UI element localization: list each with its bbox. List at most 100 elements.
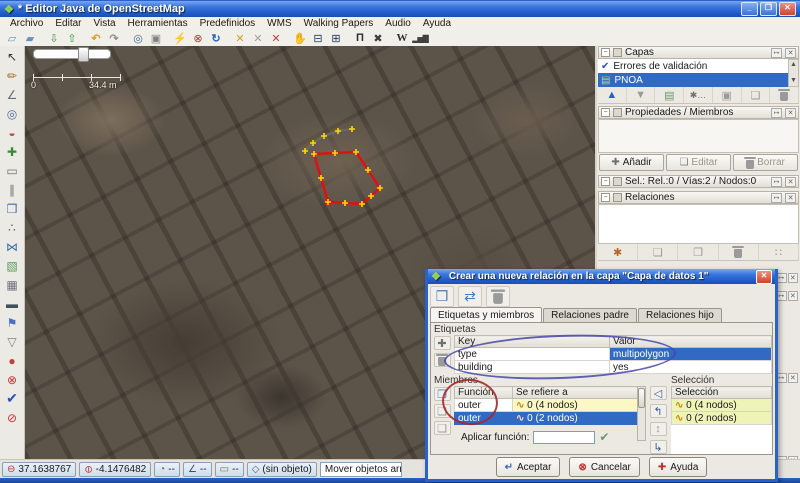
filter-icon[interactable]: ▽ [2, 332, 23, 351]
menu-predefinidos[interactable]: Predefinidos [194, 18, 262, 29]
delete-tag-icon[interactable] [434, 353, 451, 367]
copy-icon[interactable]: ⇄ [458, 286, 482, 307]
edit-property-button[interactable]: ❏ Editar [666, 154, 731, 171]
close-panel-icon[interactable]: ✕ [785, 177, 796, 187]
measure-icon[interactable]: ∠ [2, 85, 23, 104]
undo-icon[interactable]: ↶ [87, 31, 105, 45]
cancel-button[interactable]: ⊗ Cancelar [569, 457, 639, 477]
layer-down-icon[interactable]: ▼ [627, 87, 656, 103]
photo-icon[interactable]: ▦ [2, 275, 23, 294]
pan-icon[interactable]: ✋ [291, 31, 309, 45]
add-property-button[interactable]: ✚ Añadir [599, 154, 664, 171]
dialog-title-bar[interactable]: ❖ Crear una nueva relación en la capa "C… [428, 269, 775, 284]
layer-opacity-icon[interactable]: ✱… [684, 87, 713, 103]
zoom-icon[interactable]: ◎ [2, 104, 23, 123]
pin-icon[interactable]: ↦ [771, 177, 782, 187]
tags-col-value[interactable]: Valor [610, 336, 772, 348]
collapse-icon[interactable]: − [601, 108, 610, 117]
add-selection-before-icon[interactable]: ↰ [650, 404, 667, 418]
pin-icon[interactable]: ↦ [771, 108, 782, 118]
minimize-button[interactable]: _ [741, 2, 758, 16]
parallel-icon[interactable]: ∥ [2, 180, 23, 199]
extrude-icon[interactable]: ▭ [2, 161, 23, 180]
add-selection-after-icon[interactable]: ↳ [650, 440, 667, 454]
relation-duplicate-icon[interactable]: ❒ [678, 244, 718, 260]
relation-edit-icon[interactable]: ❏ [638, 244, 678, 260]
relation-new-icon[interactable]: ✱ [598, 244, 638, 260]
paint-icon[interactable]: ◒ [2, 123, 23, 142]
monument-preset-icon[interactable]: Π [351, 31, 369, 45]
wikipedia-icon[interactable]: W [393, 31, 411, 45]
apply-role-input[interactable] [533, 431, 595, 444]
dialog-close-button[interactable]: ✕ [756, 270, 772, 284]
audio-icon[interactable]: ▬ [2, 294, 23, 313]
menu-vista[interactable]: Vista [87, 18, 121, 29]
members-col-role[interactable]: Función [455, 387, 513, 399]
select-icon[interactable]: ↖ [2, 47, 23, 66]
menu-audio[interactable]: Audio [379, 18, 417, 29]
close-panel-icon[interactable]: ✕ [788, 273, 799, 283]
tag-row[interactable]: building yes [455, 361, 772, 374]
relaciones-list[interactable] [598, 204, 799, 244]
close-panel-icon[interactable]: ✕ [785, 48, 796, 58]
pin-icon[interactable]: ↦ [771, 48, 782, 58]
menu-editar[interactable]: Editar [49, 18, 87, 29]
wms-icon[interactable]: ▧ [2, 256, 23, 275]
layer-activate-icon[interactable]: ▤ [655, 87, 684, 103]
close-panel-icon[interactable]: ✕ [785, 193, 796, 203]
menu-wms[interactable]: WMS [261, 18, 297, 29]
error-icon[interactable]: ⊗ [2, 370, 23, 389]
chart-icon[interactable]: ▂▅▇ [411, 31, 429, 45]
tools-gray-icon[interactable]: ✕ [249, 31, 267, 45]
zoom-slider[interactable] [33, 49, 111, 59]
member-row[interactable]: outer ∿ 0 (4 nodos) [455, 399, 638, 412]
relation-delete-icon[interactable] [719, 244, 759, 260]
close-button[interactable]: ✕ [779, 2, 796, 16]
flag-icon[interactable]: ⚑ [2, 313, 23, 332]
member-tag2-icon[interactable]: ❏ [434, 421, 451, 435]
tag-icon[interactable]: ❒ [2, 199, 23, 218]
layer-row-validation[interactable]: ✔ Errores de validación [598, 59, 788, 73]
new-icon[interactable]: ▱ [3, 31, 21, 45]
scroll-up-icon[interactable]: ▲ [789, 60, 798, 70]
relation-select-icon[interactable]: ∷ [759, 244, 799, 260]
capas-scrollbar[interactable]: ▲ ▼ [788, 59, 799, 87]
upload-icon[interactable]: ⇧ [63, 31, 81, 45]
save-icon[interactable]: ▰ [21, 31, 39, 45]
tab-relaciones-hijo[interactable]: Relaciones hijo [638, 308, 722, 323]
preferences-icon[interactable]: ▣ [147, 31, 165, 45]
paste-members-icon[interactable]: ❒ [434, 387, 451, 401]
zoom-slider-thumb[interactable] [78, 47, 89, 62]
relation-icon[interactable]: ∴ [2, 218, 23, 237]
zoom-edit-icon[interactable]: ◎ [129, 31, 147, 45]
members-col-ref[interactable]: Se refiere a [513, 387, 638, 399]
close-panel-icon[interactable]: ✕ [785, 108, 796, 118]
pin-icon[interactable]: ↦ [771, 193, 782, 203]
maximize-button[interactable]: ❐ [760, 2, 777, 16]
close-panel-icon[interactable]: ✕ [788, 291, 799, 301]
delete-property-button[interactable]: Borrar [733, 154, 798, 171]
member-row[interactable]: outer ∿ 0 (2 nodos) [455, 412, 638, 425]
add-selection-top-icon[interactable]: ◁ [650, 386, 667, 400]
menu-archivo[interactable]: Archivo [4, 18, 49, 29]
validate-icon[interactable]: ✔ [2, 389, 23, 408]
close-panel-icon[interactable]: ✕ [788, 373, 799, 383]
selection-row[interactable]: ∿ 0 (2 nodos) [672, 412, 772, 425]
menu-herramientas[interactable]: Herramientas [122, 18, 194, 29]
pylon-preset-icon[interactable]: ⚡ [171, 31, 189, 45]
layer-row-pnoa[interactable]: ▤ PNOA [598, 73, 788, 87]
apply-check-icon[interactable]: ✔ [599, 430, 609, 444]
menu-walking-papers[interactable]: Walking Papers [298, 18, 380, 29]
accept-button[interactable]: ↵ Aceptar [496, 457, 561, 477]
tools-red-icon[interactable]: ✕ [267, 31, 285, 45]
add-tag-icon[interactable]: ✚ [434, 336, 451, 350]
layer-delete-icon[interactable] [770, 87, 799, 103]
tag-row[interactable]: type multipolygon [455, 348, 772, 361]
layer-duplicate-icon[interactable]: ❏ [742, 87, 771, 103]
download-icon[interactable]: ⇩ [45, 31, 63, 45]
members-scrollbar[interactable] [637, 386, 646, 441]
restriction-preset-icon[interactable]: ⊗ [189, 31, 207, 45]
dialog-delete-icon[interactable] [486, 286, 510, 307]
propiedades-table[interactable] [598, 119, 799, 153]
mirror-icon[interactable]: ⋈ [2, 237, 23, 256]
